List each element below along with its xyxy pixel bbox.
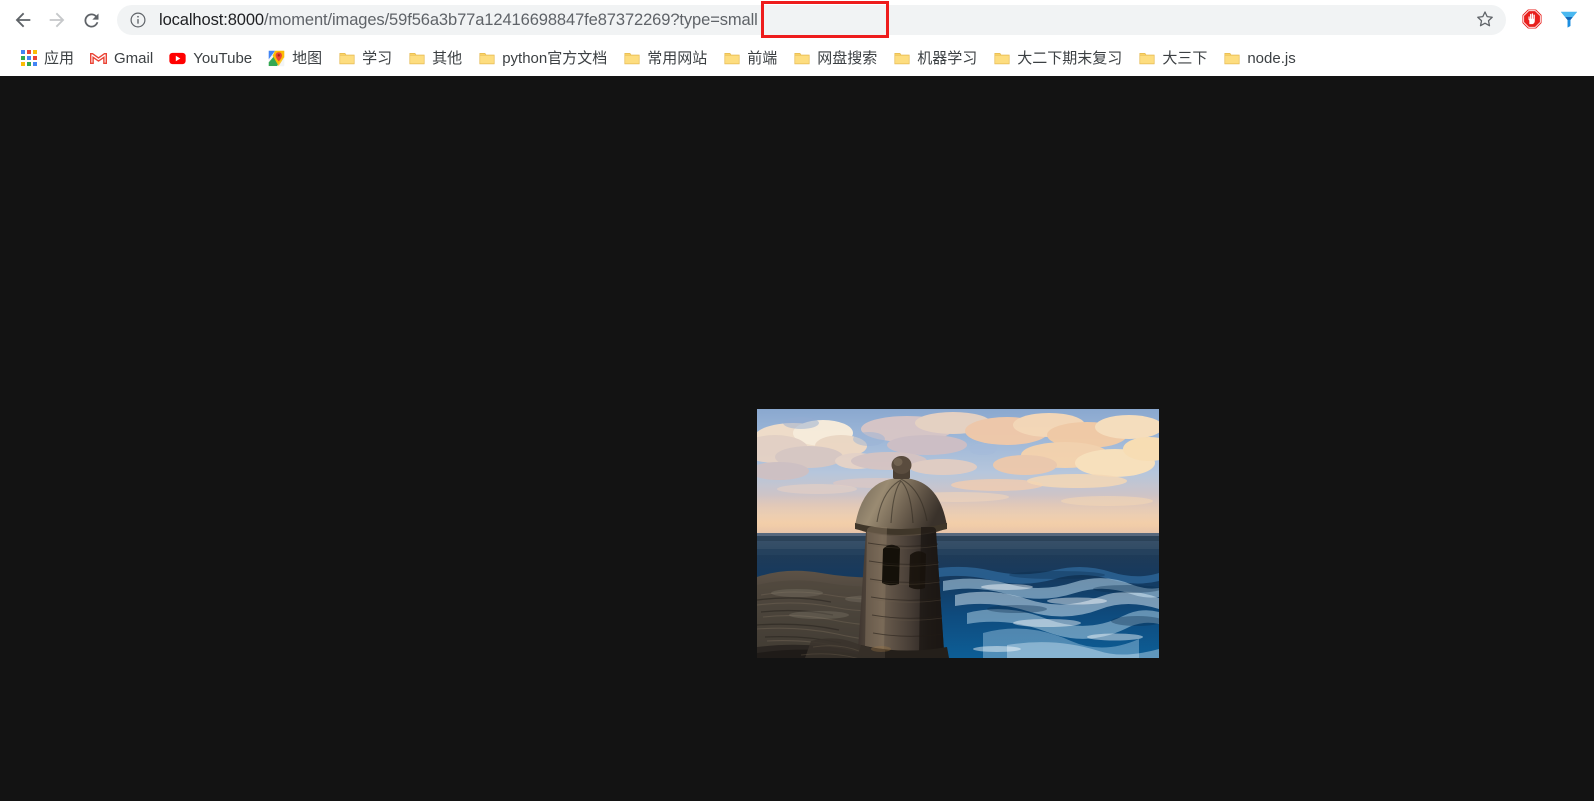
reload-button[interactable] [74, 3, 108, 37]
bookmark-folder-wangpansousuo[interactable]: 网盘搜索 [785, 45, 885, 71]
bookmark-label: YouTube [193, 49, 253, 67]
funnel-extension-button[interactable] [1554, 5, 1584, 35]
arrow-left-icon [12, 9, 34, 31]
gmail-icon [90, 50, 108, 67]
bookmark-folder-qita[interactable]: 其他 [400, 45, 470, 71]
bookmark-folder-qianduan[interactable]: 前端 [715, 45, 785, 71]
bookmark-label: 大二下期末复习 [1017, 49, 1123, 67]
bookmark-item-apps[interactable]: 应用 [12, 45, 82, 71]
youtube-icon [169, 50, 186, 67]
adblock-icon [1521, 8, 1543, 33]
reload-icon [81, 10, 102, 31]
bookmark-label: node.js [1247, 49, 1296, 67]
bookmark-folder-jiqixuexi[interactable]: 机器学习 [885, 45, 985, 71]
bookmark-label: 网盘搜索 [817, 49, 878, 67]
folder-icon [723, 50, 740, 67]
folder-icon [1138, 50, 1155, 67]
browser-toolbar: localhost:8000/moment/images/59f56a3b77a… [0, 0, 1594, 40]
address-bar[interactable]: localhost:8000/moment/images/59f56a3b77a… [117, 5, 1506, 35]
bookmark-label: 地图 [292, 49, 323, 67]
folder-icon [1223, 50, 1240, 67]
folder-icon [338, 50, 355, 67]
info-circle-icon[interactable] [129, 11, 147, 29]
apps-grid-icon [20, 50, 37, 67]
bookmark-folder-python-docs[interactable]: python官方文档 [470, 45, 615, 71]
sentry-box-ocean-sunset-photo [757, 409, 1159, 658]
adblock-extension-button[interactable] [1517, 5, 1547, 35]
google-maps-icon [268, 50, 285, 67]
folder-icon [993, 50, 1010, 67]
folder-icon [893, 50, 910, 67]
folder-icon [793, 50, 810, 67]
page-viewport [0, 76, 1594, 801]
bookmark-label: 学习 [362, 49, 393, 67]
arrow-right-icon [46, 9, 68, 31]
url-host: localhost:8000 [159, 11, 265, 29]
bookmark-folder-dasanxia[interactable]: 大三下 [1130, 45, 1215, 71]
bookmark-folder-xuexi[interactable]: 学习 [330, 45, 400, 71]
forward-button[interactable] [40, 3, 74, 37]
bookmark-star-button[interactable] [1470, 5, 1500, 35]
bookmark-label: Gmail [114, 49, 154, 67]
bookmark-label: 大三下 [1162, 49, 1208, 67]
bookmark-label: 常用网站 [647, 49, 708, 67]
bookmark-item-gmail[interactable]: Gmail [82, 45, 161, 71]
star-outline-icon [1475, 9, 1495, 32]
bookmark-label: 应用 [44, 49, 75, 67]
bookmark-folder-changyongwangzhan[interactable]: 常用网站 [615, 45, 715, 71]
bookmark-label: 机器学习 [917, 49, 978, 67]
url-display[interactable]: localhost:8000/moment/images/59f56a3b77a… [159, 10, 758, 30]
bookmark-folder-daerxia-fuxi[interactable]: 大二下期末复习 [985, 45, 1130, 71]
browser-chrome: localhost:8000/moment/images/59f56a3b77a… [0, 0, 1594, 76]
bookmark-label: 前端 [747, 49, 778, 67]
bookmark-label: python官方文档 [502, 49, 608, 67]
folder-icon [623, 50, 640, 67]
bookmark-label: 其他 [432, 49, 463, 67]
back-button[interactable] [6, 3, 40, 37]
url-path: /moment/images/59f56a3b77a12416698847fe8… [264, 11, 758, 29]
bookmark-item-youtube[interactable]: YouTube [161, 45, 260, 71]
folder-icon [408, 50, 425, 67]
funnel-icon [1558, 8, 1580, 33]
folder-icon [478, 50, 495, 67]
bookmarks-bar: 应用 Gmail YouTube 地图 学习 其他 python官方文档 常用网… [0, 40, 1594, 76]
bookmark-folder-nodejs[interactable]: node.js [1215, 45, 1303, 71]
bookmark-item-maps[interactable]: 地图 [260, 45, 330, 71]
